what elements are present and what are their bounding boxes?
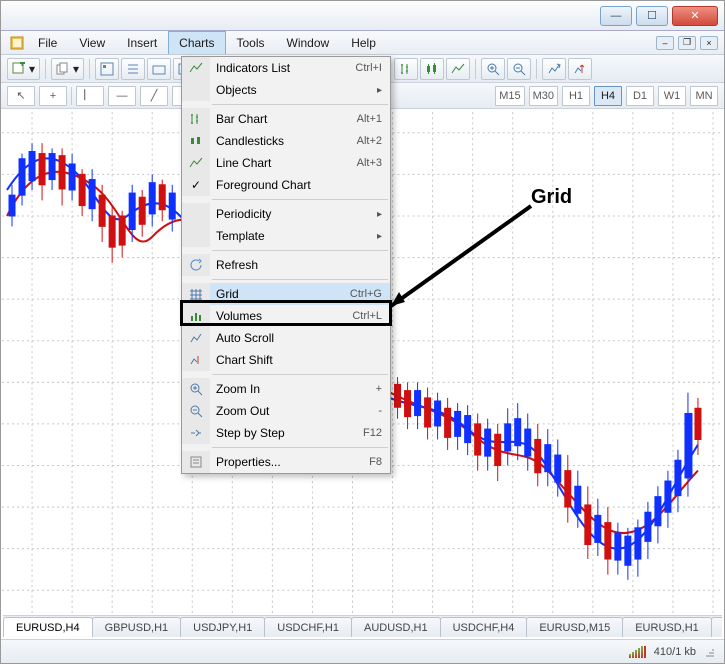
mdi-minimize-button[interactable]: – [656,36,674,50]
menu-window[interactable]: Window [276,31,341,54]
menu-step-by-step[interactable]: Step by Step F12 [182,422,390,444]
menu-grid[interactable]: Grid Ctrl+G [182,283,390,305]
mdi-close-button[interactable]: × [700,36,718,50]
tab-usdchf-h4[interactable]: USDCHF,H4 [440,617,528,637]
menu-tools[interactable]: Tools [226,31,276,54]
trendline-tool[interactable]: ╱ [140,86,168,106]
minimize-button[interactable]: — [600,6,632,26]
vline-tool[interactable]: ⎸ [76,86,104,106]
menu-properties[interactable]: Properties... F8 [182,451,390,473]
autoscroll-button[interactable] [542,58,566,80]
statusbar: 410/1 kb [1,639,724,663]
menu-volumes[interactable]: Volumes Ctrl+L [182,305,390,327]
market-watch-button[interactable] [95,58,119,80]
tab-eurusd-h4[interactable]: EURUSD,H4 [3,617,93,637]
menu-refresh[interactable]: Refresh [182,254,390,276]
tab-eurusd-m15[interactable]: EURUSD,M15 [526,617,623,637]
status-corner-icon [704,646,716,658]
tf-h4[interactable]: H4 [594,86,622,106]
navigator-button[interactable] [121,58,145,80]
menu-chartshift[interactable]: Chart Shift [182,349,390,371]
tab-eurusd-h1[interactable]: EURUSD,H1 [622,617,712,637]
tab-audusd-h1[interactable]: AUDUSD,H1 [351,617,441,637]
menu-zoom-out[interactable]: Zoom Out - [182,400,390,422]
mdi-window-controls: – ❐ × [656,31,724,54]
submenu-arrow-icon: ▸ [369,85,382,96]
menu-insert[interactable]: Insert [116,31,168,54]
menu-view[interactable]: View [68,31,116,54]
menu-template[interactable]: Template ▸ [182,225,390,247]
maximize-button[interactable]: ☐ [636,6,668,26]
close-button[interactable]: ✕ [672,6,718,26]
menu-candlesticks[interactable]: Candlesticks Alt+2 [182,130,390,152]
menubar: File View Insert Charts Tools Window Hel… [1,31,724,55]
titlebar: — ☐ ✕ [1,1,724,31]
menu-foreground-chart[interactable]: ✓ Foreground Chart [182,174,390,196]
app-icon [7,31,27,54]
menu-help[interactable]: Help [340,31,387,54]
tf-h1[interactable]: H1 [562,86,590,106]
hline-tool[interactable]: — [108,86,136,106]
connection-text: 410/1 kb [654,646,696,658]
menu-autoscroll[interactable]: Auto Scroll [182,327,390,349]
tf-m30[interactable]: M30 [529,86,558,106]
app-window: — ☐ ✕ File View Insert Charts Tools Wind… [0,0,725,664]
menu-file[interactable]: File [27,31,68,54]
tab-usdjpy-h1[interactable]: USDJPY,H1 [180,617,265,637]
chartshift-button[interactable] [568,58,592,80]
mdi-restore-button[interactable]: ❐ [678,36,696,50]
menu-bar-chart[interactable]: Bar Chart Alt+1 [182,108,390,130]
chart-tabs: EURUSD,H4 GBPUSD,H1 USDJPY,H1 USDCHF,H1 … [3,615,722,637]
zoom-in-button[interactable] [481,58,505,80]
tf-m15[interactable]: M15 [495,86,524,106]
menu-periodicity[interactable]: Periodicity ▸ [182,203,390,225]
terminal-button[interactable] [147,58,171,80]
crosshair-tool[interactable]: + [39,86,67,106]
annotation-arrow [381,201,551,321]
menu-objects[interactable]: Objects ▸ [182,79,390,101]
tab-gbpusd-h1[interactable]: GBPUSD,H1 [92,617,182,637]
new-chart-button[interactable]: ▾ [7,58,40,80]
bar-chart-button[interactable] [394,58,418,80]
menu-line-chart[interactable]: Line Chart Alt+3 [182,152,390,174]
candlestick-button[interactable] [420,58,444,80]
connection-bars-icon [629,646,646,658]
zoom-out-button[interactable] [507,58,531,80]
tab-overflow[interactable]: GE [711,617,722,637]
charts-menu-dropdown: Indicators List Ctrl+I Objects ▸ Bar Cha… [181,56,391,474]
line-chart-button[interactable] [446,58,470,80]
cursor-tool[interactable]: ↖ [7,86,35,106]
tf-d1[interactable]: D1 [626,86,654,106]
tf-w1[interactable]: W1 [658,86,686,106]
profiles-button[interactable]: ▾ [51,58,84,80]
check-icon: ✓ [191,178,201,192]
tab-usdchf-h1[interactable]: USDCHF,H1 [264,617,352,637]
menu-indicators-list[interactable]: Indicators List Ctrl+I [182,57,390,79]
tf-mn[interactable]: MN [690,86,718,106]
menu-zoom-in[interactable]: Zoom In + [182,378,390,400]
menu-charts[interactable]: Charts [168,31,225,54]
